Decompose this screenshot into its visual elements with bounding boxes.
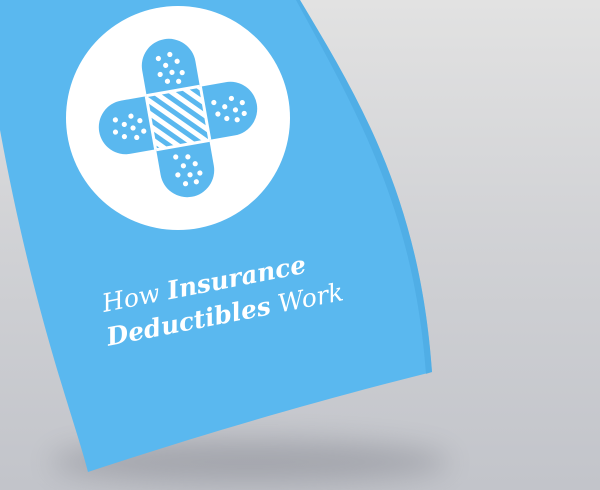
emblem (66, 6, 290, 230)
scene: How Insurance Deductibles Work (0, 0, 450, 484)
